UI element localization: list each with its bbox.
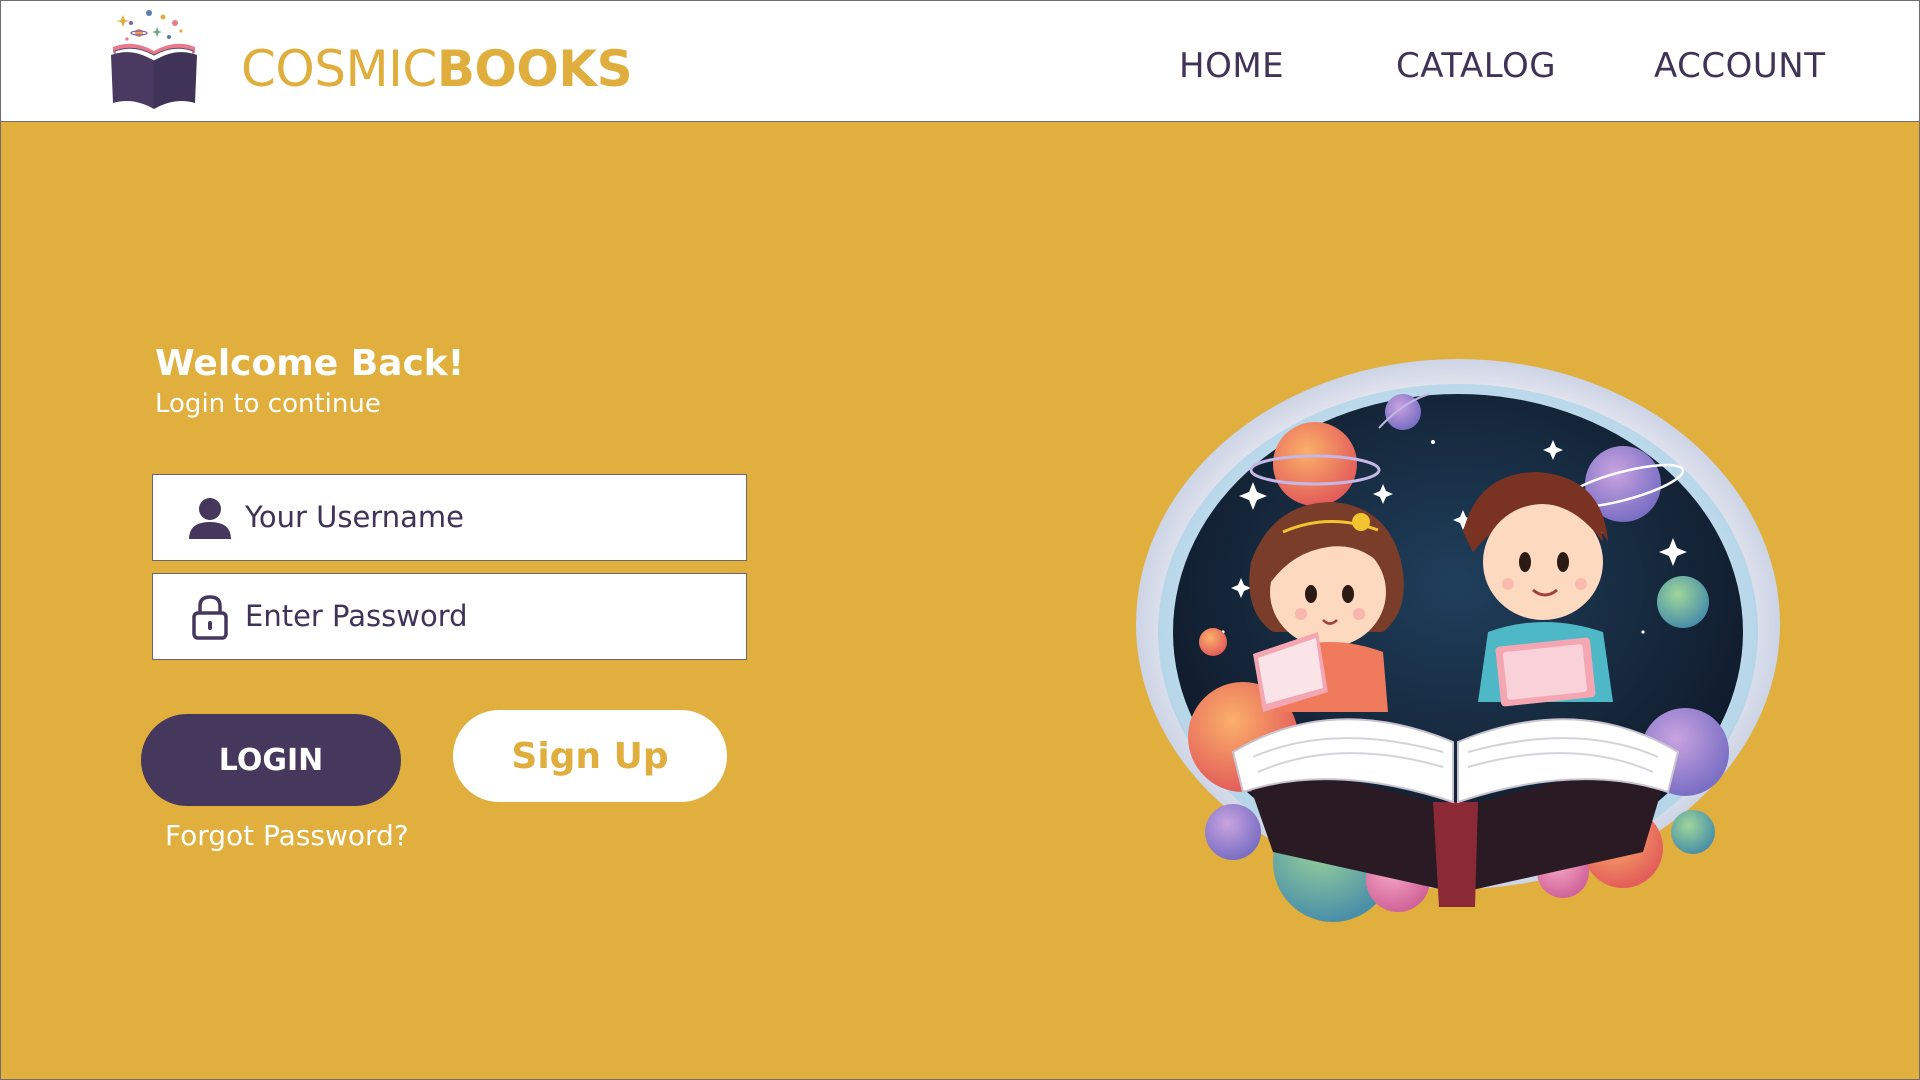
brand-wordmark-light: COSMIC bbox=[241, 40, 437, 98]
login-button[interactable]: LOGIN bbox=[141, 714, 401, 806]
nav-home-link[interactable]: HOME bbox=[1179, 45, 1284, 87]
logo-home-link[interactable]: COSMICBOOKS bbox=[109, 7, 633, 111]
nav-account-link[interactable]: ACCOUNT bbox=[1654, 45, 1826, 87]
user-icon bbox=[189, 498, 231, 539]
children-reading-space-book-illustration bbox=[1136, 359, 1780, 922]
brand-wordmark: COSMICBOOKS bbox=[241, 39, 633, 99]
signup-button[interactable]: Sign Up bbox=[453, 710, 727, 802]
site-header: COSMICBOOKS HOME CATALOG ACCOUNT bbox=[0, 0, 1920, 122]
nav-catalog-link[interactable]: CATALOG bbox=[1396, 45, 1556, 87]
brand-wordmark-bold: BOOKS bbox=[436, 40, 633, 98]
welcome-heading: Welcome Back! bbox=[155, 343, 465, 384]
girl-figure bbox=[1249, 502, 1404, 712]
login-hero: Welcome Back! Login to continue LOGIN Si… bbox=[0, 122, 1920, 1080]
lock-icon bbox=[192, 595, 228, 640]
username-input[interactable] bbox=[245, 475, 735, 559]
password-field[interactable] bbox=[152, 573, 747, 660]
open-book-stars-icon bbox=[111, 10, 197, 109]
welcome-subtitle: Login to continue bbox=[155, 389, 381, 419]
password-input[interactable] bbox=[245, 574, 735, 658]
forgot-password-link[interactable]: Forgot Password? bbox=[165, 819, 409, 853]
username-field[interactable] bbox=[152, 474, 747, 561]
